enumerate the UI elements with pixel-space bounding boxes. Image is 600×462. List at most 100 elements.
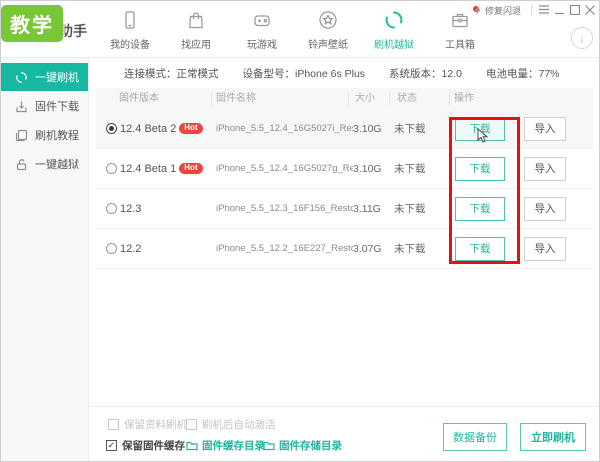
- toolbar-item-games[interactable]: 玩游戏: [229, 8, 295, 51]
- firmware-row[interactable]: 12.4 Beta 2 Hot iPhone_5.5_12.4_16G5027i…: [96, 109, 593, 149]
- sidebar-item-one-key-jailbreak[interactable]: 一键越狱: [1, 150, 88, 178]
- download-manager-button[interactable]: ↓: [571, 27, 593, 49]
- data-backup-button[interactable]: 数据备份: [443, 423, 507, 451]
- device-model: 设备型号：iPhone 6s Plus: [242, 67, 366, 80]
- firmware-filename: iPhone_5.5_12.2_16E227_Restore.ipsw: [216, 243, 353, 254]
- main-toolbar: 我的设备 找应用 玩游戏 铃声壁纸 刷机越狱 工具箱: [97, 6, 493, 51]
- toolbar-item-label: 铃声壁纸: [308, 40, 348, 51]
- import-button[interactable]: 导入: [524, 196, 566, 221]
- auto-activate-checkbox[interactable]: 刷机后自动激活: [186, 417, 276, 432]
- dir-link-label: 固件缓存目录: [202, 440, 265, 452]
- sidebar-item-label: 固件下载: [35, 101, 79, 113]
- lightning-icon: [474, 5, 481, 16]
- firmware-filename: iPhone_5.5_12.3_16F156_Restore.ipsw: [216, 203, 353, 214]
- sidebar-item-one-key-flash[interactable]: 一键刷机: [1, 63, 88, 91]
- flash-jailbreak-icon: [382, 8, 406, 32]
- connection-mode: 连接模式：正常模式: [124, 67, 219, 80]
- checkbox-unchecked-icon: [186, 419, 197, 430]
- download-button[interactable]: 下载: [455, 196, 505, 221]
- firmware-row[interactable]: 12.3 iPhone_5.5_12.3_16F156_Restore.ipsw…: [96, 189, 593, 229]
- toolbar-item-label: 刷机越狱: [374, 40, 414, 51]
- keep-cache-checkbox[interactable]: ✓ 保留固件缓存: [106, 438, 185, 453]
- download-button[interactable]: 下载: [455, 236, 505, 261]
- checkbox-label: 刷机后自动激活: [202, 419, 276, 431]
- header-version: 固件版本: [119, 92, 159, 104]
- toolbar-item-label: 找应用: [181, 40, 211, 51]
- hot-badge: Hot: [179, 163, 203, 174]
- checkbox-unchecked-icon: [108, 419, 119, 430]
- tutorial-overlay-badge: 教学: [1, 5, 63, 42]
- battery-level: 电池电量：77%: [485, 67, 560, 80]
- flash-icon: [14, 70, 28, 84]
- toolbar-item-ringtones[interactable]: 铃声壁纸: [295, 8, 361, 51]
- table-header: 固件版本 固件名称 大小 状态 操作: [96, 88, 593, 109]
- radio-button[interactable]: [106, 163, 117, 174]
- sidebar-item-label: 一键刷机: [35, 72, 79, 84]
- status-label: 未下载: [394, 163, 426, 175]
- check-glyph: ✓: [107, 440, 116, 450]
- app-logo-text: 助手: [59, 23, 87, 39]
- sidebar-item-label: 一键越狱: [35, 159, 79, 171]
- fix-crash-button[interactable]: 修复闪退: [473, 4, 521, 17]
- download-icon: [14, 99, 28, 113]
- flash-now-button[interactable]: 立即刷机: [520, 423, 586, 451]
- toolbar-item-find-apps[interactable]: 找应用: [163, 8, 229, 51]
- import-button[interactable]: 导入: [524, 236, 566, 261]
- sidebar-item-flash-tutorial[interactable]: 刷机教程: [1, 121, 88, 149]
- toolbar-item-label: 工具箱: [445, 40, 475, 51]
- toolbar-item-label: 玩游戏: [247, 40, 277, 51]
- firmware-size: 3.07G: [353, 242, 382, 255]
- firmware-table: 固件版本 固件名称 大小 状态 操作 12.4 Beta 2 Hot iPhon…: [96, 88, 593, 269]
- radio-button[interactable]: [106, 243, 117, 254]
- system-version: 系统版本：12.0: [389, 67, 462, 80]
- down-arrow-icon: ↓: [579, 31, 585, 45]
- sidebar-item-label: 刷机教程: [35, 130, 79, 142]
- main-panel: 连接模式：正常模式 设备型号：iPhone 6s Plus 系统版本：12.0 …: [89, 58, 599, 461]
- header-action: 操作: [449, 92, 593, 105]
- radio-button[interactable]: [106, 123, 117, 134]
- import-button[interactable]: 导入: [524, 116, 566, 141]
- close-icon[interactable]: [583, 3, 596, 16]
- minimize-icon[interactable]: [553, 3, 566, 16]
- firmware-version: 12.4 Beta 1: [120, 162, 177, 175]
- folder-icon: [186, 441, 198, 450]
- unlock-icon: [14, 157, 28, 171]
- dir-link-label: 固件存储目录: [279, 440, 342, 452]
- tutorial-icon: [14, 128, 28, 142]
- status-label: 未下载: [394, 203, 426, 215]
- firmware-row[interactable]: 12.4 Beta 1 Hot iPhone_5.5_12.4_16G5027g…: [96, 149, 593, 189]
- sidebar-item-firmware-download[interactable]: 固件下载: [1, 92, 88, 120]
- device-icon: [118, 8, 142, 32]
- download-button[interactable]: 下载: [455, 156, 505, 181]
- firmware-size: 3.10G: [353, 122, 382, 135]
- footer-panel: 保留资料刷机 刷机后自动激活 ✓ 保留固件缓存 固件缓存目录 固件存储目录 数据…: [89, 406, 599, 461]
- firmware-filename: iPhone_5.5_12.4_16G5027i_Restore.ip...: [216, 123, 353, 134]
- device-info-bar: 连接模式：正常模式 设备型号：iPhone 6s Plus 系统版本：12.0 …: [124, 58, 560, 88]
- menu-icon[interactable]: [537, 3, 550, 16]
- hot-badge: Hot: [179, 123, 203, 134]
- checkbox-checked-icon: ✓: [106, 440, 117, 451]
- status-label: 未下载: [394, 243, 426, 255]
- import-button[interactable]: 导入: [524, 156, 566, 181]
- toolbar-item-my-device[interactable]: 我的设备: [97, 8, 163, 51]
- toolbar-item-flash-jailbreak[interactable]: 刷机越狱: [361, 8, 427, 51]
- maximize-icon[interactable]: [568, 3, 581, 16]
- firmware-row[interactable]: 12.2 iPhone_5.5_12.2_16E227_Restore.ipsw…: [96, 229, 593, 269]
- firmware-version: 12.3: [120, 202, 142, 215]
- header-status: 状态: [389, 92, 449, 105]
- header-filename: 固件名称: [211, 92, 348, 105]
- titlebar: 教学 助手 我的设备 找应用 玩游戏 铃声壁纸 刷机越狱 工具箱 修复闪退 ↓: [1, 1, 599, 58]
- games-icon: [250, 8, 274, 32]
- checkbox-label: 保留资料刷机: [124, 419, 187, 431]
- firmware-version: 12.4 Beta 2: [120, 122, 177, 135]
- storage-dir-link[interactable]: 固件存储目录: [263, 438, 342, 453]
- fix-crash-label: 修复闪退: [485, 6, 522, 16]
- cache-dir-link[interactable]: 固件缓存目录: [186, 438, 265, 453]
- app-window: 教学 助手 我的设备 找应用 玩游戏 铃声壁纸 刷机越狱 工具箱 修复闪退 ↓ …: [0, 0, 600, 462]
- folder-icon: [263, 441, 275, 450]
- titlebar-divider: [531, 5, 532, 15]
- status-label: 未下载: [394, 123, 426, 135]
- radio-button[interactable]: [106, 203, 117, 214]
- keep-data-checkbox[interactable]: 保留资料刷机: [108, 417, 187, 432]
- download-button[interactable]: 下载: [455, 116, 505, 141]
